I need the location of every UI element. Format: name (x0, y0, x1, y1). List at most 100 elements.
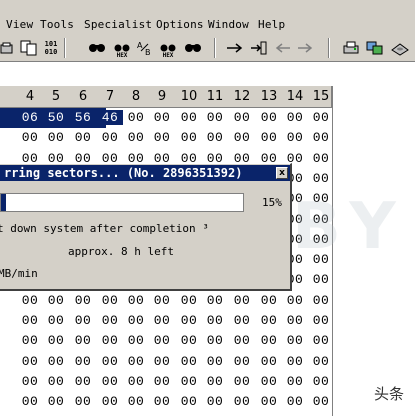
hex-cell[interactable]: 00 (70, 394, 96, 409)
hex-cell[interactable]: 00 (149, 374, 175, 389)
hex-cell[interactable]: 00 (97, 313, 123, 328)
hex-cell[interactable]: 00 (123, 354, 149, 369)
hex-cell[interactable]: 00 (123, 394, 149, 409)
hex-cell[interactable]: 00 (43, 333, 69, 348)
hex-cell[interactable]: 00 (17, 313, 43, 328)
hex-cell[interactable]: 00 (282, 293, 308, 308)
hex-cell[interactable]: 00 (202, 374, 228, 389)
hex-cell[interactable]: 00 (43, 394, 69, 409)
goto-icon[interactable] (184, 39, 202, 57)
hex-cell[interactable]: 00 (17, 333, 43, 348)
hex-cell[interactable]: 00 (229, 313, 255, 328)
disk-icon[interactable] (390, 39, 410, 57)
hex-cell[interactable]: 00 (229, 110, 255, 125)
hex-cell[interactable]: 00 (17, 374, 43, 389)
menu-tools[interactable]: Tools (40, 18, 74, 31)
hex-cell[interactable]: 00 (282, 333, 308, 348)
hex-cell[interactable]: 00 (176, 110, 202, 125)
hex-cell[interactable]: 00 (149, 130, 175, 145)
hex-cell[interactable]: 00 (229, 354, 255, 369)
hex-cell[interactable]: 00 (43, 374, 69, 389)
hex-cell[interactable]: 00 (202, 354, 228, 369)
menu-help[interactable]: Help (258, 18, 285, 31)
hex-cell[interactable]: 00 (308, 232, 334, 247)
hex-cell[interactable]: 00 (202, 313, 228, 328)
hex-cell[interactable]: 00 (176, 354, 202, 369)
hex-cell[interactable]: 00 (256, 354, 282, 369)
hex-cell[interactable]: 00 (229, 130, 255, 145)
hex-cell[interactable]: 00 (256, 293, 282, 308)
menu-view[interactable]: View (6, 18, 33, 31)
hex-cell[interactable]: 00 (70, 354, 96, 369)
hex-cell[interactable]: 00 (229, 333, 255, 348)
hex-cell[interactable]: 00 (176, 394, 202, 409)
hex-cell[interactable]: 00 (176, 130, 202, 145)
arrow-right-icon[interactable] (226, 39, 244, 57)
hex-cell[interactable]: 00 (43, 293, 69, 308)
hex-cell[interactable]: 50 (43, 110, 69, 125)
hex-cell[interactable]: 00 (176, 374, 202, 389)
hex-cell[interactable]: 00 (308, 333, 334, 348)
back-icon[interactable] (274, 39, 292, 57)
binary-icon[interactable]: 101 010 (42, 39, 60, 57)
hex-cell[interactable]: 00 (282, 374, 308, 389)
enter-icon[interactable] (250, 39, 268, 57)
hex-cell[interactable]: 00 (282, 130, 308, 145)
hex-cell[interactable]: 00 (282, 313, 308, 328)
hex-cell[interactable]: 00 (43, 130, 69, 145)
hex-cell[interactable]: 00 (308, 130, 334, 145)
menu-options[interactable]: Options (156, 18, 204, 31)
hex-cell[interactable]: 00 (256, 130, 282, 145)
hex-cell[interactable]: 00 (70, 333, 96, 348)
hex-cell[interactable]: 00 (308, 272, 334, 287)
open-icon[interactable] (0, 39, 14, 57)
forward-icon[interactable] (296, 39, 314, 57)
hex-cell[interactable]: 00 (97, 130, 123, 145)
hex-cell[interactable]: 00 (256, 313, 282, 328)
hex-cell[interactable]: 56 (70, 110, 96, 125)
hex-cell[interactable]: 00 (282, 110, 308, 125)
hex-cell[interactable]: 00 (123, 293, 149, 308)
hex-cell[interactable]: 00 (308, 313, 334, 328)
hex-cell[interactable]: 00 (308, 191, 334, 206)
hex-cell[interactable]: 00 (149, 313, 175, 328)
hex-cell[interactable]: 00 (123, 110, 149, 125)
hex-cell[interactable]: 00 (202, 293, 228, 308)
find-icon[interactable] (88, 39, 106, 57)
hex-cell[interactable]: 00 (149, 333, 175, 348)
hex-cell[interactable]: 00 (308, 354, 334, 369)
find-hex-icon[interactable]: HEX (112, 39, 132, 59)
hex-cell[interactable]: 00 (308, 151, 334, 166)
hex-cell[interactable]: 00 (70, 293, 96, 308)
hex-cell[interactable]: 00 (97, 394, 123, 409)
hex-cell[interactable]: 00 (17, 130, 43, 145)
replace-hex-icon[interactable]: HEX (158, 39, 178, 59)
hex-cell[interactable]: 00 (308, 293, 334, 308)
hex-cell[interactable]: 00 (229, 394, 255, 409)
hex-cell[interactable]: 00 (149, 354, 175, 369)
hex-cell[interactable]: 00 (308, 212, 334, 227)
hex-cell[interactable]: 00 (176, 313, 202, 328)
hex-cell[interactable]: 00 (229, 293, 255, 308)
hex-cell[interactable]: 00 (256, 374, 282, 389)
hex-cell[interactable]: 00 (202, 333, 228, 348)
close-button[interactable]: x (276, 167, 288, 179)
hex-cell[interactable]: 00 (70, 374, 96, 389)
hex-cell[interactable]: 00 (97, 354, 123, 369)
copy-icon[interactable] (20, 39, 38, 57)
hex-cell[interactable]: 00 (70, 130, 96, 145)
hex-cell[interactable]: 00 (282, 354, 308, 369)
hex-cell[interactable]: 00 (97, 374, 123, 389)
hex-cell[interactable]: 00 (256, 110, 282, 125)
hex-cell[interactable]: 00 (176, 293, 202, 308)
hex-cell[interactable]: 00 (97, 293, 123, 308)
replace-icon[interactable]: AB (136, 39, 154, 57)
menu-specialist[interactable]: Specialist (84, 18, 152, 31)
hex-cell[interactable]: 00 (149, 110, 175, 125)
hex-cell[interactable]: 00 (202, 110, 228, 125)
hex-cell[interactable]: 00 (282, 394, 308, 409)
hex-cell[interactable]: 00 (43, 354, 69, 369)
hex-cell[interactable]: 46 (97, 110, 123, 125)
hex-cell[interactable]: 00 (308, 394, 334, 409)
print-icon[interactable] (342, 39, 360, 57)
